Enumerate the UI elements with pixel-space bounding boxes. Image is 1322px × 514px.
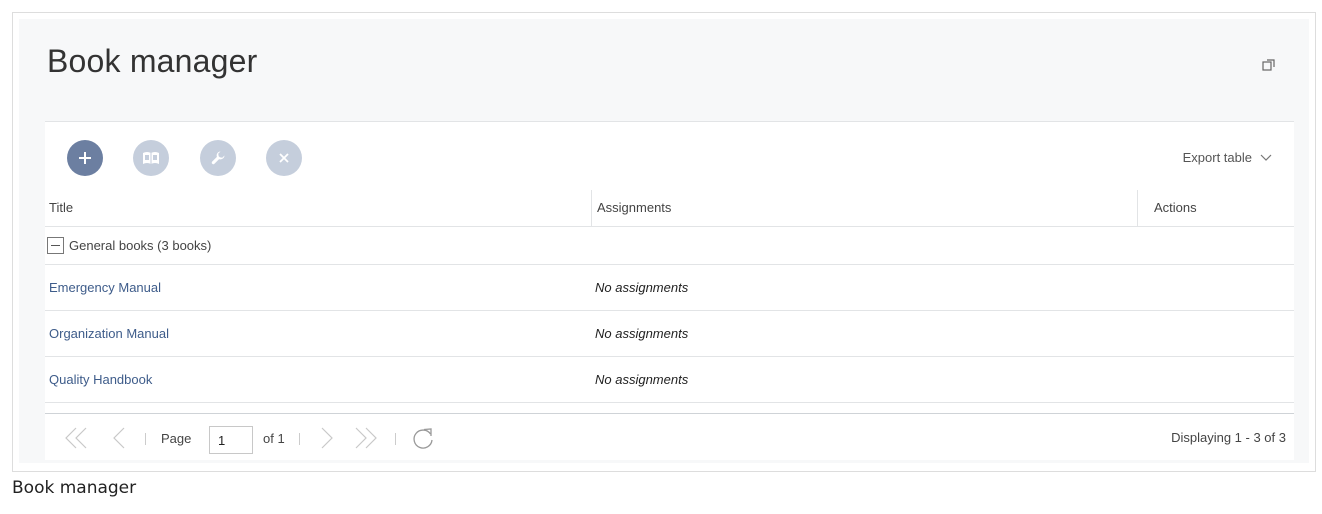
add-book-button[interactable] [67,140,103,176]
column-header-actions[interactable]: Actions [1150,190,1197,226]
collapse-group-toggle[interactable] [47,237,64,254]
table-row: Quality Handbook No assignments [45,357,1294,403]
chevron-down-icon [1260,154,1272,161]
group-label: General books (3 books) [69,238,212,253]
page-label: Page [161,430,192,446]
column-divider[interactable] [1137,190,1138,226]
close-icon [279,153,289,163]
book-assignments: No assignments [595,372,689,387]
previous-page-button[interactable] [107,426,131,450]
pager-separator [395,433,396,445]
book-title-link[interactable]: Quality Handbook [49,357,152,402]
page-title: Book manager [47,43,258,79]
book-assignments: No assignments [595,280,689,295]
table-header: Title Assignments Actions [45,190,1294,227]
double-chevron-left-icon [65,427,87,449]
page-count-label: of 1 [263,430,285,446]
export-table-dropdown[interactable]: Export table [1183,150,1272,165]
pager-separator [299,433,300,445]
book-manager-panel: Book manager Export table Title Assignme… [19,19,1309,463]
page-caption: Book manager [12,478,137,498]
column-divider[interactable] [591,190,592,226]
wrench-icon [211,151,225,165]
pager-separator [145,433,146,445]
plus-icon [79,152,91,164]
export-table-label: Export table [1182,150,1252,165]
table-row: Emergency Manual No assignments [45,265,1294,311]
book-assignments: No assignments [595,326,689,341]
edit-book-button[interactable] [200,140,236,176]
next-page-button[interactable] [315,426,339,450]
delete-book-button[interactable] [266,140,302,176]
book-manager-window: Book manager Export table Title Assignme… [12,12,1316,472]
column-header-title[interactable]: Title [45,190,73,226]
first-page-button[interactable] [61,426,91,450]
refresh-button[interactable] [409,426,437,450]
page-number-input[interactable] [209,426,253,454]
column-header-assignments[interactable]: Assignments [593,190,671,226]
double-chevron-right-icon [355,427,377,449]
pagination-bar: Page of 1 [45,413,1294,461]
chevron-right-icon [321,427,333,449]
displaying-count: Displaying 1 - 3 of 3 [1171,430,1286,445]
open-book-button[interactable] [133,140,169,176]
book-title-link[interactable]: Organization Manual [49,311,169,356]
book-icon [143,152,159,164]
last-page-button[interactable] [351,426,381,450]
table-row: Organization Manual No assignments [45,311,1294,357]
grid-toolbar: Export table [45,122,1294,190]
chevron-left-icon [113,427,125,449]
books-grid: Export table Title Assignments Actions G… [45,121,1294,460]
maximize-icon[interactable] [1262,58,1276,72]
refresh-icon [413,428,433,449]
book-title-link[interactable]: Emergency Manual [49,265,161,310]
group-row: General books (3 books) [45,227,1294,265]
